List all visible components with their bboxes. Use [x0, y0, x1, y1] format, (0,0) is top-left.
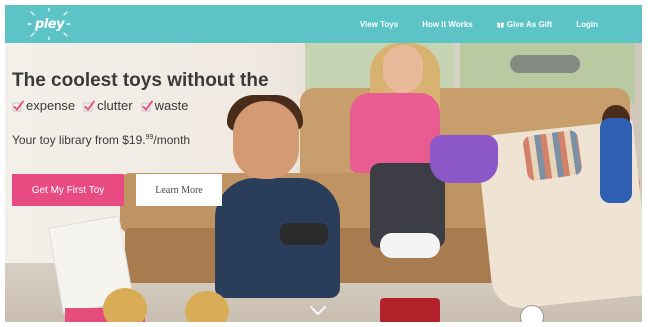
- get-first-toy-button[interactable]: Get My First Toy: [12, 174, 124, 206]
- photo-girl-shirt: [350, 93, 440, 173]
- check-icon: [141, 100, 153, 111]
- photo-toy-car: [380, 298, 440, 322]
- pley-logo[interactable]: pley: [27, 7, 71, 41]
- photo-doll: [600, 118, 632, 203]
- feature-label: waste: [154, 98, 189, 113]
- photo-pillow: [522, 129, 583, 182]
- hero-price-line: Your toy library from $19.99/month: [12, 133, 190, 147]
- hero-feature-list: expense clutter waste: [12, 98, 189, 113]
- feature-item: expense: [12, 98, 75, 113]
- nav-give-as-gift-label: Give As Gift: [506, 19, 553, 29]
- nav-view-toys[interactable]: View Toys: [360, 20, 398, 29]
- photo-ball: [520, 305, 544, 322]
- check-icon: [83, 100, 96, 111]
- photo-game-controller: [280, 223, 328, 245]
- chevron-down-icon[interactable]: [310, 306, 326, 316]
- photo-drone-toy: [510, 55, 580, 73]
- learn-more-button[interactable]: Learn More: [136, 174, 222, 206]
- photo-toy-purse: [430, 135, 498, 183]
- photo-girl-face: [383, 45, 423, 93]
- hero-photo: The coolest toys without the expense clu…: [5, 43, 642, 322]
- photo-boy-shoe: [103, 288, 147, 322]
- feature-label: expense: [26, 98, 76, 113]
- nav-how-it-works[interactable]: How it Works: [422, 20, 473, 29]
- check-icon: [12, 100, 24, 111]
- feature-label: clutter: [97, 98, 133, 113]
- photo-boy-face: [233, 101, 299, 179]
- price-prefix: Your toy library from $19.: [12, 133, 146, 147]
- top-navbar: pley View Toys How it Works Give As Gift…: [5, 5, 642, 43]
- nav-give-as-gift[interactable]: Give As Gift: [496, 19, 553, 29]
- nav-login[interactable]: Login: [576, 20, 598, 29]
- logo-text: pley: [35, 17, 65, 32]
- price-suffix: /month: [153, 133, 191, 147]
- feature-item: clutter: [83, 98, 133, 113]
- photo-girl-socks: [380, 233, 440, 258]
- hero-headline: The coolest toys without the: [12, 70, 269, 91]
- feature-item: waste: [141, 98, 189, 113]
- gift-icon: [496, 22, 504, 28]
- nav-links: View Toys How it Works Give As Gift Logi…: [360, 5, 598, 43]
- page-frame: pley View Toys How it Works Give As Gift…: [5, 5, 642, 322]
